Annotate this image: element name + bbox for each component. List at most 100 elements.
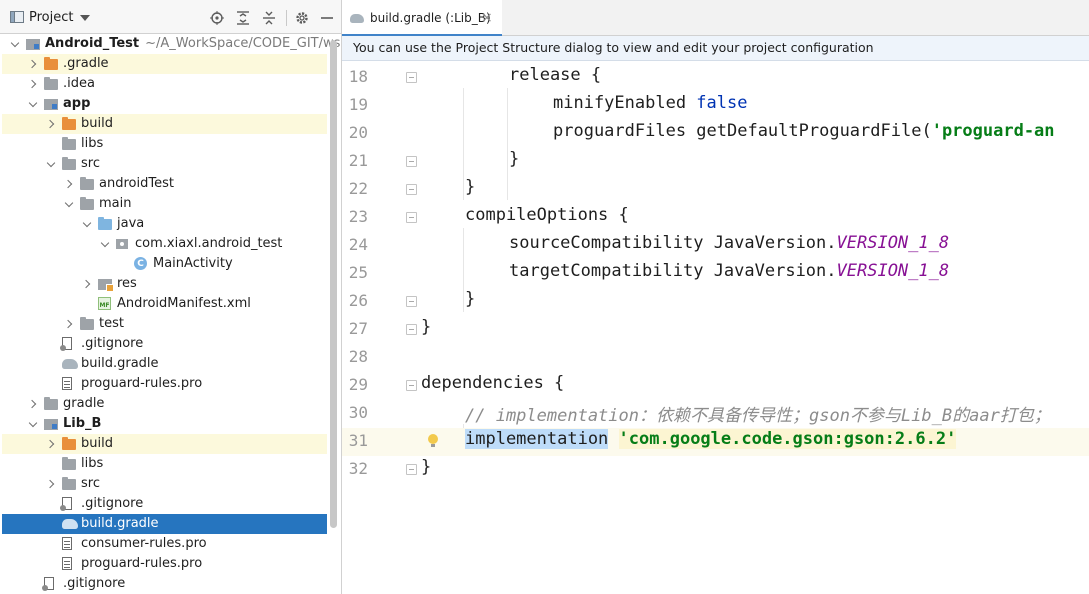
chevron-right-icon[interactable] — [64, 319, 74, 329]
lightbulb-icon[interactable] — [428, 434, 438, 447]
collapse-all-icon[interactable] — [261, 10, 277, 26]
chevron-down-icon[interactable] — [64, 199, 74, 209]
code-token: VERSION_1_8 — [836, 233, 950, 253]
code-line[interactable]: 22} — [342, 176, 1089, 204]
code-line[interactable]: 19 minifyEnabled false — [342, 92, 1089, 120]
chevron-down-icon[interactable] — [10, 39, 20, 49]
code-line[interactable]: 26} — [342, 288, 1089, 316]
locate-icon[interactable] — [209, 10, 225, 26]
tree-node-label: Android_Test ~/A_WorkSpace/CODE_GIT/ws, — [45, 36, 341, 51]
chevron-right-icon[interactable] — [28, 399, 38, 409]
chevron-right-icon[interactable] — [46, 479, 56, 489]
chevron-right-icon[interactable] — [46, 119, 56, 129]
code-token: implementation — [465, 429, 609, 449]
code-line[interactable]: 20 proguardFiles getDefaultProguardFile('… — [342, 120, 1089, 148]
folder-icon — [80, 197, 94, 210]
tree-node[interactable]: .gradle — [2, 54, 327, 74]
tree-node[interactable]: test — [2, 314, 327, 334]
project-view-selector[interactable]: Project — [10, 9, 91, 25]
fold-close-icon[interactable] — [406, 464, 417, 475]
code-line[interactable]: 18 release { — [342, 64, 1089, 92]
code-editor: build.gradle (:Lib_B) × You can use the … — [342, 0, 1089, 594]
tree-node[interactable]: build.gradle — [2, 354, 327, 374]
chevron-down-icon[interactable] — [82, 219, 92, 229]
tree-node[interactable]: gradle — [2, 394, 327, 414]
tree-node[interactable]: libs — [2, 454, 327, 474]
tree-node[interactable]: C MainActivity — [2, 254, 327, 274]
tree-node[interactable]: .gitignore — [2, 494, 327, 514]
code-line[interactable]: 25 targetCompatibility JavaVersion.VERSIO… — [342, 260, 1089, 288]
code-line[interactable]: 32} — [342, 456, 1089, 484]
close-icon[interactable]: × — [481, 10, 493, 26]
tree-node[interactable]: res — [2, 274, 327, 294]
chevron-right-icon[interactable] — [28, 59, 38, 69]
chevron-right-icon[interactable] — [28, 79, 38, 89]
tree-scrollbar[interactable] — [330, 40, 337, 528]
code-token: } — [421, 457, 432, 477]
folder-icon — [80, 317, 94, 330]
gitignore-icon — [60, 497, 72, 511]
chevron-right-icon[interactable] — [46, 439, 56, 449]
line-number: 18 — [348, 67, 368, 86]
tree-node[interactable]: com.xiaxl.android_test — [2, 234, 327, 254]
fold-close-icon[interactable] — [406, 324, 417, 335]
chevron-down-icon[interactable] — [28, 419, 38, 429]
tree-node[interactable]: libs — [2, 134, 327, 154]
tree-node[interactable]: consumer-rules.pro — [2, 534, 327, 554]
tree-node[interactable]: src — [2, 154, 327, 174]
tree-node[interactable]: .idea — [2, 74, 327, 94]
toolbar-separator — [286, 10, 287, 26]
tree-node[interactable]: .gitignore — [2, 334, 327, 354]
fold-close-icon[interactable] — [406, 296, 417, 307]
chevron-down-icon[interactable] — [100, 239, 110, 249]
tree-node[interactable]: build — [2, 434, 327, 454]
code-token: targetCompatibility JavaVersion. — [509, 261, 837, 281]
tree-node[interactable]: MF AndroidManifest.xml — [2, 294, 327, 314]
chevron-right-icon[interactable] — [64, 179, 74, 189]
code-text: sourceCompatibility JavaVersion.VERSION_… — [509, 233, 949, 253]
code-line[interactable]: 23 compileOptions { — [342, 204, 1089, 232]
tree-node[interactable]: Android_Test ~/A_WorkSpace/CODE_GIT/ws, — [2, 34, 341, 54]
tab-build-gradle-lib-b[interactable]: build.gradle (:Lib_B) × — [342, 0, 502, 36]
line-number: 24 — [348, 235, 368, 254]
tree-node[interactable]: main — [2, 194, 327, 214]
tree-node[interactable]: app — [2, 94, 327, 114]
gitignore-icon — [60, 337, 72, 351]
fold-open-icon[interactable] — [406, 212, 417, 223]
code-line[interactable]: 21} — [342, 148, 1089, 176]
tree-node[interactable]: proguard-rules.pro — [2, 374, 327, 394]
hide-icon[interactable] — [319, 10, 335, 26]
tree-node[interactable]: src — [2, 474, 327, 494]
code-line[interactable]: 24 sourceCompatibility JavaVersion.VERSIO… — [342, 232, 1089, 260]
tree-node[interactable]: proguard-rules.pro — [2, 554, 327, 574]
tree-node[interactable]: build.gradle — [2, 514, 327, 534]
tree-node-label: test — [99, 316, 124, 331]
code-line[interactable]: 31 implementation 'com.google.code.gson:g… — [342, 428, 1089, 456]
expand-all-icon[interactable] — [235, 10, 251, 26]
code-line[interactable]: 27} — [342, 316, 1089, 344]
tree-node[interactable]: build — [2, 114, 327, 134]
fold-open-icon[interactable] — [406, 72, 417, 83]
tree-node-label: res — [117, 276, 137, 291]
fold-close-icon[interactable] — [406, 156, 417, 167]
file-icon — [62, 537, 72, 550]
tree-node-label: build.gradle — [81, 356, 159, 371]
line-number: 26 — [348, 291, 368, 310]
code-line[interactable]: 28 — [342, 344, 1089, 372]
tree-node[interactable]: .gitignore — [2, 574, 327, 594]
chevron-right-icon[interactable] — [82, 279, 92, 289]
code-line[interactable]: 30 // implementation：依赖不具备传导性；gson不参与Lib_… — [342, 400, 1089, 428]
gear-icon[interactable] — [294, 10, 310, 26]
chevron-down-icon[interactable] — [46, 159, 56, 169]
code-area[interactable]: 18 release {19 minifyEnabled false 20 progua… — [342, 64, 1089, 594]
tree-node[interactable]: androidTest — [2, 174, 327, 194]
chevron-down-icon[interactable] — [28, 99, 38, 109]
tree-node[interactable]: Lib_B — [2, 414, 327, 434]
code-line[interactable]: 29 dependencies { — [342, 372, 1089, 400]
tree-node[interactable]: java — [2, 214, 327, 234]
gradle-icon — [62, 359, 78, 369]
fold-close-icon[interactable] — [406, 184, 417, 195]
tree-node-label: proguard-rules.pro — [81, 376, 203, 391]
fold-open-icon[interactable] — [406, 380, 417, 391]
